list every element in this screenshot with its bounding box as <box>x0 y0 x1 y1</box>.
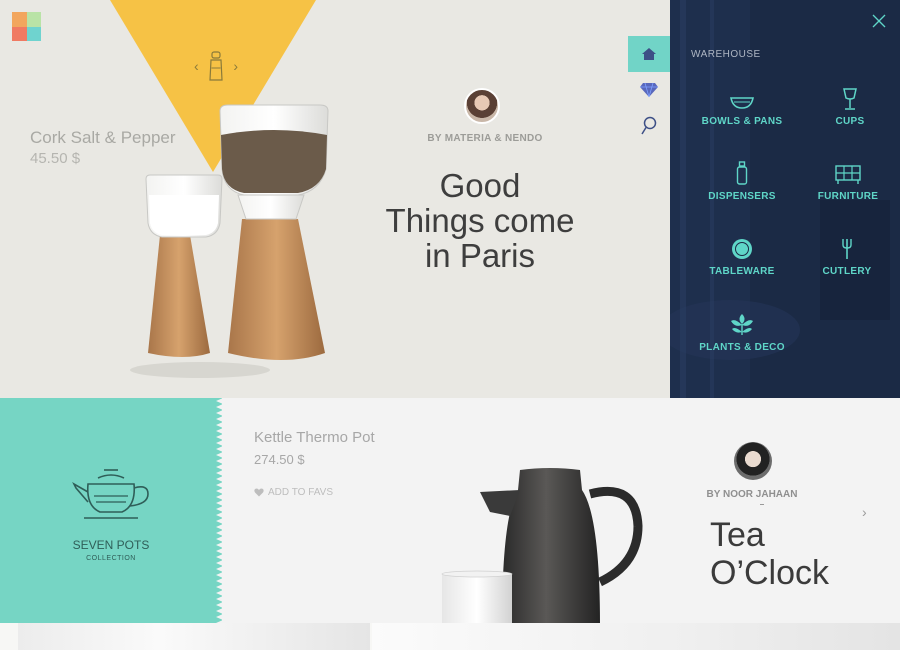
menu-item-label: DISPENSERS <box>708 191 776 202</box>
warehouse-menu: WAREHOUSE BOWLS & PANS CUPS DISPENSERS F… <box>670 0 900 398</box>
author-name[interactable]: BY MATERIA & NENDO <box>420 133 550 144</box>
menu-item-dispensers[interactable]: DISPENSERS <box>692 155 792 202</box>
collection-title: SEVEN POTS <box>72 538 150 552</box>
search-button[interactable] <box>628 108 670 144</box>
heart-icon <box>254 488 264 497</box>
close-icon[interactable] <box>872 14 886 28</box>
plant-icon <box>731 314 753 335</box>
headline-line: Things come <box>385 202 575 239</box>
product-price: 45.50 $ <box>30 150 81 167</box>
menu-item-label: CUTLERY <box>822 266 872 277</box>
menu-title: WAREHOUSE <box>691 49 761 60</box>
menu-item-cups[interactable]: CUPS <box>800 80 900 127</box>
home-button[interactable] <box>628 36 670 72</box>
diamond-button[interactable] <box>628 72 670 108</box>
feature-section: Kettle Thermo Pot 274.50 $ ADD TO FAVS B… <box>222 398 900 623</box>
headline-line: O’Clock <box>710 554 830 592</box>
page: ‹ › Cork Salt & Pepper 45.50 $ BY MATERI… <box>0 0 900 650</box>
headline-line: Tea <box>710 516 765 554</box>
plate-icon <box>732 239 752 259</box>
product-image <box>130 104 329 378</box>
logo[interactable] <box>12 12 41 41</box>
carousel-next-button[interactable]: › <box>233 58 238 74</box>
product-name[interactable]: Kettle Thermo Pot <box>254 429 375 446</box>
salt-shaker-icon <box>209 51 223 81</box>
author-avatar[interactable] <box>734 442 772 480</box>
bowl-icon <box>730 97 754 109</box>
fork-icon <box>842 239 852 259</box>
preview-image[interactable] <box>18 623 370 650</box>
collection-subtitle: COLLECTION <box>86 555 136 562</box>
hero-section: ‹ › Cork Salt & Pepper 45.50 $ BY MATERI… <box>0 0 670 398</box>
preview-image[interactable] <box>372 623 900 650</box>
furniture-icon <box>835 165 861 184</box>
menu-item-label: PLANTS & DECO <box>699 342 785 353</box>
author-avatar[interactable] <box>464 88 500 124</box>
cup-icon <box>843 88 857 110</box>
teapot-icon <box>72 469 149 519</box>
feature-headline: Tea O’Clock <box>710 516 829 592</box>
dispenser-icon <box>736 161 748 185</box>
menu-item-plants-deco[interactable]: PLANTS & DECO <box>692 306 792 353</box>
bottom-image-strip <box>0 623 900 650</box>
diamond-icon <box>640 82 658 98</box>
product-price: 274.50 $ <box>254 452 305 467</box>
menu-item-tableware[interactable]: TABLEWARE <box>692 230 792 277</box>
add-to-favs-button[interactable]: ADD TO FAVS <box>254 487 333 498</box>
headline-line: in Paris <box>424 237 536 274</box>
next-arrow-button[interactable]: › <box>862 504 867 520</box>
divider <box>760 504 764 505</box>
menu-item-label: FURNITURE <box>817 191 879 202</box>
carousel-prev-button[interactable]: ‹ <box>194 58 199 74</box>
menu-item-label: BOWLS & PANS <box>701 116 783 127</box>
author-name[interactable]: BY NOOR JAHAAN <box>692 489 812 500</box>
menu-item-cutlery[interactable]: CUTLERY <box>797 230 897 277</box>
headline-line: Good <box>439 167 521 204</box>
menu-item-label: CUPS <box>835 116 865 127</box>
icon-rail <box>628 36 670 144</box>
menu-item-label: TABLEWARE <box>709 266 775 277</box>
product-image <box>441 468 643 623</box>
carousel-nav: ‹ › <box>190 50 242 86</box>
hero-headline: Good Things come in Paris <box>370 168 590 273</box>
search-icon <box>641 116 657 135</box>
home-icon <box>642 48 656 60</box>
collection-card[interactable]: SEVEN POTS COLLECTION <box>0 398 223 623</box>
menu-item-furniture[interactable]: FURNITURE <box>798 155 898 202</box>
menu-item-bowls-pans[interactable]: BOWLS & PANS <box>692 80 792 127</box>
add-to-favs-label: ADD TO FAVS <box>268 487 334 498</box>
